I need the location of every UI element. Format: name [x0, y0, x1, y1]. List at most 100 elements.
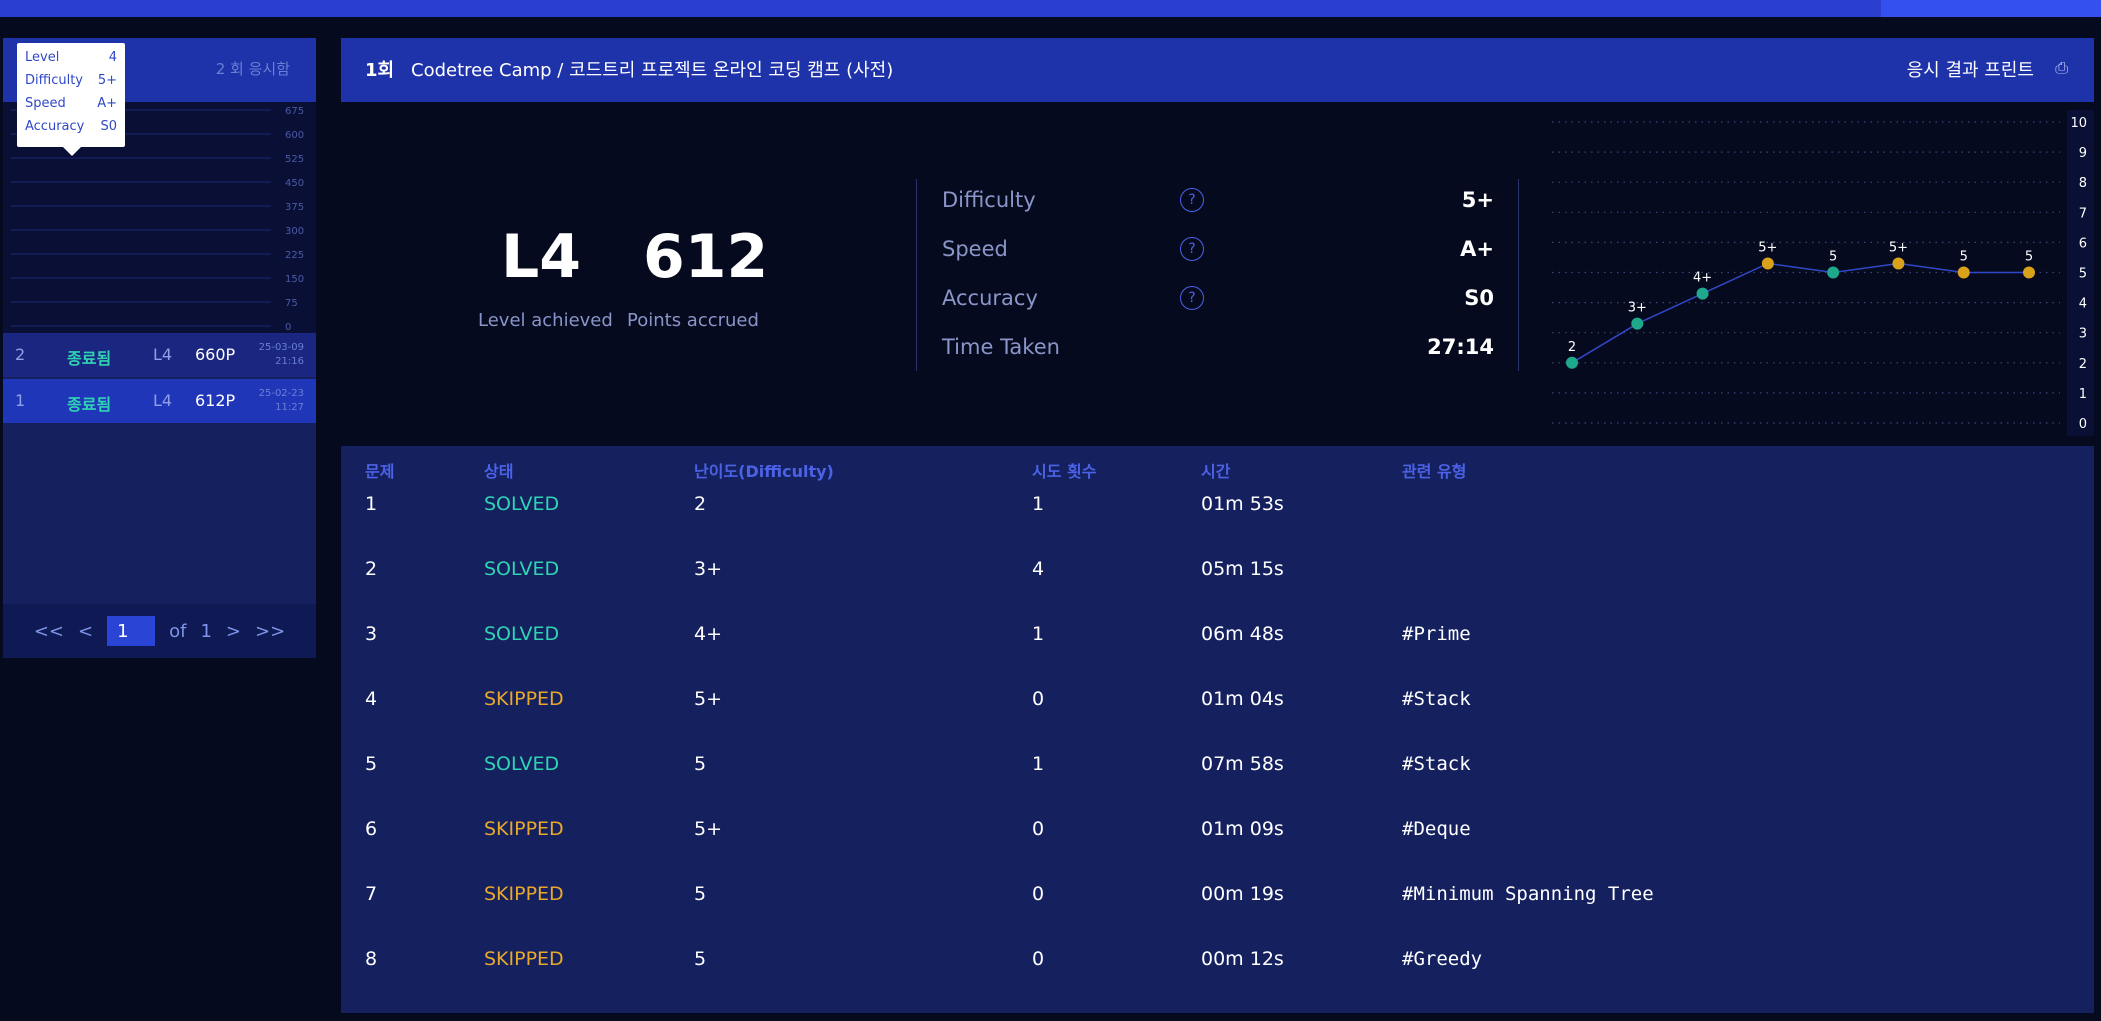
y-tick-label: 8: [2079, 176, 2087, 191]
problem-status: SOLVED: [484, 493, 560, 515]
problem-difficulty: 5: [694, 883, 707, 905]
prev-page-button[interactable]: <: [78, 621, 93, 642]
problem-status: SKIPPED: [484, 883, 564, 905]
exam-title: Codetree Camp / 코드트리 프로젝트 온라인 코딩 캠프 (사전): [411, 60, 894, 81]
last-page-button[interactable]: >>: [255, 621, 285, 642]
table-row[interactable]: 5 SOLVED 5 1 07m 58s #Stack: [341, 753, 2094, 783]
page-of-label: of: [169, 620, 187, 642]
problem-number: 7: [365, 883, 378, 905]
problem-time: 00m 19s: [1201, 883, 1284, 905]
history-date: 25-03-09 21:16: [259, 341, 304, 369]
stat-value: A+: [1460, 237, 1494, 261]
data-point: [1696, 287, 1709, 300]
problem-time: 01m 09s: [1201, 818, 1284, 840]
problem-number: 4: [365, 688, 378, 710]
y-tick-label: 600: [285, 130, 304, 141]
y-tick-label: 4: [2079, 297, 2087, 312]
table-row[interactable]: 3 SOLVED 4+ 1 06m 48s #Prime: [341, 623, 2094, 653]
col-header: 관련 유형: [1402, 462, 1467, 481]
problem-tag: #Stack: [1402, 753, 1471, 775]
problem-difficulty: 2: [694, 493, 707, 515]
exam-header: 1회 Codetree Camp / 코드트리 프로젝트 온라인 코딩 캠프 (…: [341, 38, 2094, 102]
problem-number: 1: [365, 493, 378, 515]
y-tick-label: 0: [285, 322, 291, 333]
problem-tries: 0: [1032, 818, 1045, 840]
top-bar-segment: [1881, 0, 2101, 17]
data-point: [1892, 257, 1905, 270]
history-points: 660P: [195, 345, 236, 364]
problem-number: 3: [365, 623, 378, 645]
stat-accuracy: Accuracy ? S0: [942, 286, 1494, 310]
history-row-selected[interactable]: 1 종료됨 L4 612P 25-02-23 11:27: [3, 379, 316, 423]
tooltip-value: S0: [100, 119, 117, 134]
y-tick-label: 9: [2079, 146, 2087, 161]
problem-difficulty: 3+: [694, 558, 723, 580]
table-row[interactable]: 1 SOLVED 2 1 01m 53s: [341, 493, 2094, 523]
problem-tag: #Greedy: [1402, 948, 1483, 970]
tooltip-row: Speed A+: [17, 92, 125, 115]
y-tick-label: 150: [285, 274, 304, 285]
history-date-time: 21:16: [275, 356, 304, 367]
problem-number: 8: [365, 948, 378, 970]
next-page-button[interactable]: >: [226, 621, 241, 642]
col-header: 시도 횟수: [1032, 462, 1097, 481]
y-tick-label: 5: [2079, 267, 2087, 282]
problem-difficulty: 4+: [694, 623, 723, 645]
problem-tries: 1: [1032, 753, 1045, 775]
problem-time: 05m 15s: [1201, 558, 1284, 580]
print-results-button[interactable]: 응시 결과 프린트: [1907, 56, 2034, 82]
y-tick-label: 1: [2079, 387, 2087, 402]
pagination: << < 1 of 1 > >>: [3, 604, 316, 658]
table-row[interactable]: 6 SKIPPED 5+ 0 01m 09s #Deque: [341, 818, 2094, 848]
data-point: [1827, 266, 1840, 279]
problem-tries: 0: [1032, 948, 1045, 970]
total-pages: 1: [200, 620, 212, 642]
problem-difficulty: 5+: [694, 688, 723, 710]
history-level: L4: [153, 345, 173, 364]
table-row[interactable]: 7 SKIPPED 5 0 00m 19s #Minimum Spanning Tree: [341, 883, 2094, 913]
data-label: 5: [1960, 250, 1968, 265]
tooltip-value: 5+: [97, 73, 117, 88]
col-header: 상태: [484, 462, 514, 481]
data-label: 5+: [1758, 240, 1777, 255]
problem-number: 6: [365, 818, 378, 840]
points-caption: Points accrued: [627, 310, 759, 331]
y-tick-label: 300: [285, 226, 304, 237]
y-tick-label: 75: [285, 298, 298, 309]
data-label: 5: [1829, 250, 1837, 265]
col-header: 문제: [365, 462, 395, 481]
data-point: [1957, 266, 1970, 279]
history-status: 종료됨: [67, 395, 112, 414]
table-row[interactable]: 8 SKIPPED 5 0 00m 12s #Greedy: [341, 948, 2094, 978]
history-index: 2: [15, 345, 26, 364]
tooltip-key: Accuracy: [25, 119, 85, 134]
y-tick-label: 6: [2079, 236, 2087, 251]
history-date-day: 25-02-23: [258, 388, 304, 399]
problem-number: 5: [365, 753, 378, 775]
divider: [1518, 179, 1519, 371]
table-row[interactable]: 4 SKIPPED 5+ 0 01m 04s #Stack: [341, 688, 2094, 718]
problem-tag: #Minimum Spanning Tree: [1402, 883, 1654, 905]
data-point: [2023, 266, 2035, 279]
tooltip-row: Difficulty 5+: [17, 69, 125, 92]
tooltip-value: 4: [108, 50, 117, 65]
stat-difficulty: Difficulty ? 5+: [942, 188, 1494, 212]
problem-time: 01m 04s: [1201, 688, 1284, 710]
problem-status: SOLVED: [484, 753, 560, 775]
result-summary: L4 612 Level achieved Points accrued Dif…: [341, 102, 2094, 446]
data-label: 4+: [1693, 271, 1712, 286]
printer-icon[interactable]: ⎙: [2055, 58, 2068, 78]
chart-tooltip: Level 4 Difficulty 5+ Speed A+ Accuracy S0: [17, 43, 125, 156]
table-row[interactable]: 2 SOLVED 3+ 4 05m 15s: [341, 558, 2094, 588]
problem-tag: #Prime: [1402, 623, 1471, 645]
problem-tag: #Deque: [1402, 818, 1471, 840]
first-page-button[interactable]: <<: [34, 621, 64, 642]
tooltip-row: Accuracy S0: [17, 115, 125, 138]
problem-status: SOLVED: [484, 558, 560, 580]
history-row[interactable]: 2 종료됨 L4 660P 25-03-09 21:16: [3, 333, 316, 377]
problem-difficulty: 5: [694, 948, 707, 970]
problem-tries: 0: [1032, 883, 1045, 905]
problem-difficulty: 5+: [694, 818, 723, 840]
tooltip-key: Difficulty: [25, 73, 83, 88]
page-input[interactable]: 1: [107, 616, 156, 646]
